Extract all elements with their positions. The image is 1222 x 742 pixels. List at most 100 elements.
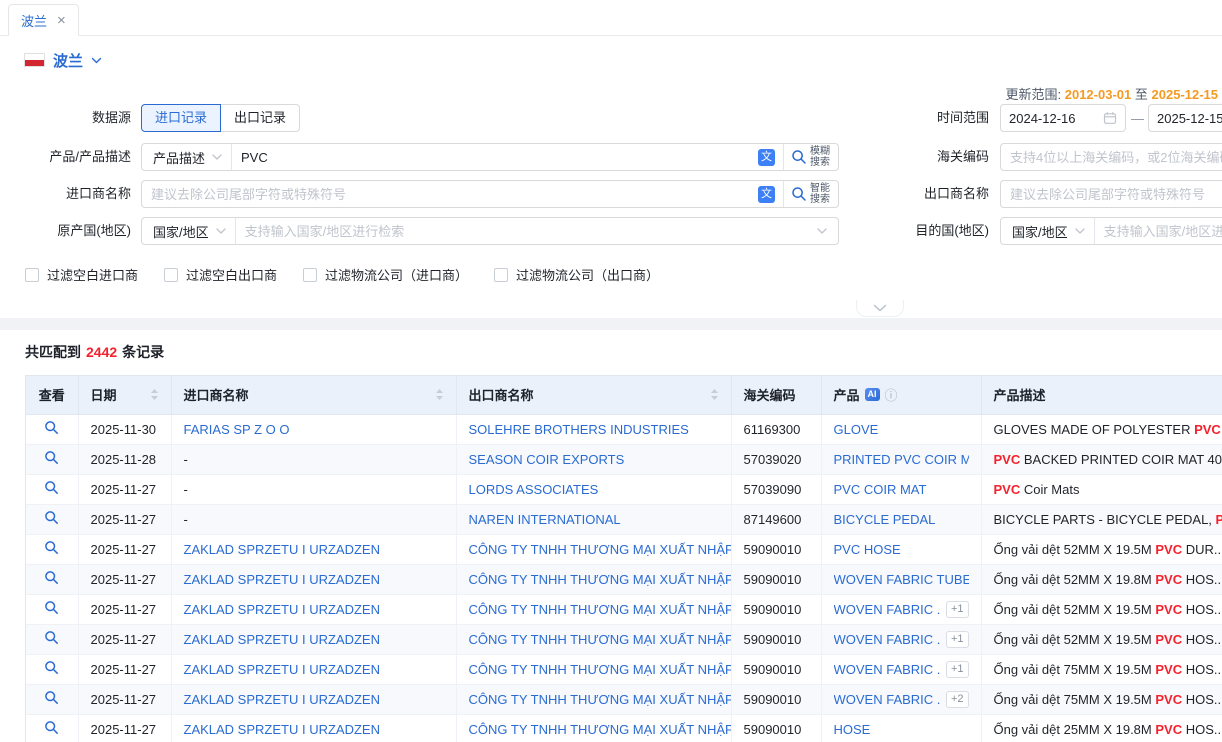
exporter-link[interactable]: CÔNG TY TNHH THƯƠNG MẠI XUẤT NHẬP... [469, 602, 732, 617]
hs-code-input[interactable] [1001, 144, 1222, 170]
origin-country-group: 国家/地区 [141, 217, 839, 245]
translate-icon[interactable]: 文 [758, 186, 775, 203]
product-link[interactable]: HOSE [834, 722, 969, 737]
importer-link[interactable]: ZAKLAD SPRZETU I URZADZEN [184, 572, 380, 587]
view-record-button[interactable] [26, 690, 78, 705]
tab-poland[interactable]: 波兰 × [8, 4, 79, 36]
exporter-link[interactable]: SOLEHRE BROTHERS INDUSTRIES [469, 422, 689, 437]
import-records-toggle[interactable]: 进口记录 [141, 104, 221, 132]
more-products-badge[interactable]: +1 [946, 601, 969, 618]
product-keyword-input[interactable] [232, 144, 756, 170]
start-date-input[interactable]: 2024-12-16 [1000, 104, 1126, 132]
exporter-link[interactable]: CÔNG TY TNHH THƯƠNG MẠI XUẤT NHẬP... [469, 542, 732, 557]
importer-link[interactable]: ZAKLAD SPRZETU I URZADZEN [184, 662, 380, 677]
exporter-link[interactable]: CÔNG TY TNHH THƯƠNG MẠI XUẤT NHẬP... [469, 722, 732, 737]
country-selector[interactable]: 波兰 [24, 48, 102, 72]
view-record-button[interactable] [26, 480, 78, 495]
more-products-badge[interactable]: +1 [946, 661, 969, 678]
product-link[interactable]: GLOVE [834, 422, 969, 437]
product-link[interactable]: WOVEN FABRIC TUBE [834, 572, 969, 587]
checkbox-filter-logistics-exporter[interactable]: 过滤物流公司（出口商） [494, 265, 659, 284]
hs-code-cell: 57039020 [744, 452, 802, 467]
magnifier-icon [44, 540, 59, 555]
exporter-link[interactable]: CÔNG TY TNHH THƯƠNG MẠI XUẤT NHẬP... [469, 632, 732, 647]
hs-code-label: 海关编码 [858, 143, 989, 171]
view-record-button[interactable] [26, 540, 78, 555]
importer-link[interactable]: FARIAS SP Z O O [184, 422, 290, 437]
desc-highlight: PVC [1155, 692, 1182, 707]
importer-link[interactable]: ZAKLAD SPRZETU I URZADZEN [184, 542, 380, 557]
smart-search-button[interactable]: 智能搜索 [783, 181, 838, 207]
end-date-input[interactable]: 2025-12-15 [1148, 104, 1222, 132]
product-link[interactable]: WOVEN FABRIC ... [834, 632, 940, 647]
checkbox-filter-blank-exporter[interactable]: 过滤空白出口商 [164, 265, 277, 284]
importer-name-label: 进口商名称 [0, 180, 131, 208]
chevron-down-icon[interactable] [817, 228, 827, 234]
importer-name-input[interactable] [142, 181, 756, 207]
product-link[interactable]: WOVEN FABRIC ... [834, 662, 940, 677]
hs-code-cell: 59090010 [744, 542, 802, 557]
view-record-button[interactable] [26, 450, 78, 465]
info-icon[interactable]: ⓘ [885, 385, 898, 404]
product-type-select[interactable]: 产品描述 [142, 144, 232, 170]
sort-icon[interactable] [150, 388, 159, 401]
update-range-start: 2012-03-01 [1065, 87, 1132, 102]
product-link[interactable]: BICYCLE PEDAL [834, 512, 969, 527]
hs-code-cell: 59090010 [744, 632, 802, 647]
exporter-link[interactable]: NAREN INTERNATIONAL [469, 512, 621, 527]
product-link[interactable]: PRINTED PVC COIR M... [834, 452, 969, 467]
translate-icon[interactable]: 文 [758, 149, 775, 166]
exporter-name-input[interactable] [1001, 181, 1222, 207]
date-cell: 2025-11-27 [91, 542, 157, 557]
exporter-link[interactable]: CÔNG TY TNHH THƯƠNG MẠI XUẤT NHẬP... [469, 662, 732, 677]
product-link[interactable]: WOVEN FABRIC ... [834, 602, 940, 617]
origin-country-select[interactable]: 国家/地区 [142, 218, 236, 244]
importer-search-group: 文 智能搜索 [141, 180, 839, 208]
desc-pre: Ống vải dệt 52MM X 19.5M [994, 542, 1156, 557]
exporter-link[interactable]: CÔNG TY TNHH THƯƠNG MẠI XUẤT NHẬP... [469, 692, 732, 707]
view-record-button[interactable] [26, 630, 78, 645]
fuzzy-search-button[interactable]: 模糊搜索 [783, 144, 838, 170]
more-products-badge[interactable]: +1 [946, 631, 969, 648]
chevron-down-icon [1075, 228, 1085, 234]
checkbox-icon[interactable] [25, 268, 39, 282]
smart-search-label: 智能搜索 [810, 183, 831, 205]
checkbox-icon[interactable] [494, 268, 508, 282]
sort-icon[interactable] [710, 388, 719, 401]
origin-country-input[interactable] [236, 218, 806, 244]
data-source-toggle: 进口记录 出口记录 [141, 104, 300, 132]
desc-highlight: PVC [1155, 662, 1182, 677]
product-link[interactable]: PVC HOSE [834, 542, 969, 557]
checkbox-filter-blank-importer[interactable]: 过滤空白进口商 [25, 265, 138, 284]
export-records-toggle[interactable]: 出口记录 [220, 104, 300, 132]
collapse-filters-handle[interactable] [856, 300, 904, 317]
magnifier-icon [44, 450, 59, 465]
product-type-value: 产品描述 [153, 148, 205, 167]
product-link[interactable]: PVC COIR MAT [834, 482, 969, 497]
destination-country-select[interactable]: 国家/地区 [1001, 218, 1095, 244]
checkbox-filter-logistics-importer[interactable]: 过滤物流公司（进口商） [303, 265, 468, 284]
sort-icon[interactable] [435, 388, 444, 401]
importer-link[interactable]: ZAKLAD SPRZETU I URZADZEN [184, 602, 380, 617]
view-record-button[interactable] [26, 600, 78, 615]
table-row: 2025-11-27 ZAKLAD SPRZETU I URZADZEN CÔN… [26, 684, 1222, 714]
importer-link[interactable]: ZAKLAD SPRZETU I URZADZEN [184, 692, 380, 707]
destination-country-input[interactable] [1095, 218, 1222, 244]
view-record-button[interactable] [26, 570, 78, 585]
checkbox-icon[interactable] [164, 268, 178, 282]
product-link[interactable]: WOVEN FABRIC ... [834, 692, 940, 707]
view-record-button[interactable] [26, 510, 78, 525]
more-products-badge[interactable]: +2 [946, 691, 969, 708]
exporter-link[interactable]: SEASON COIR EXPORTS [469, 452, 625, 467]
view-record-button[interactable] [26, 420, 78, 435]
view-record-button[interactable] [26, 660, 78, 675]
importer-link[interactable]: ZAKLAD SPRZETU I URZADZEN [184, 632, 380, 647]
destination-country-group: 国家/地区 [1000, 217, 1222, 245]
exporter-link[interactable]: LORDS ASSOCIATES [469, 482, 599, 497]
checkbox-icon[interactable] [303, 268, 317, 282]
importer-link[interactable]: ZAKLAD SPRZETU I URZADZEN [184, 722, 380, 737]
date-cell: 2025-11-27 [91, 512, 157, 527]
exporter-link[interactable]: CÔNG TY TNHH THƯƠNG MẠI XUẤT NHẬP... [469, 572, 732, 587]
view-record-button[interactable] [26, 720, 78, 735]
close-icon[interactable]: × [57, 13, 66, 28]
